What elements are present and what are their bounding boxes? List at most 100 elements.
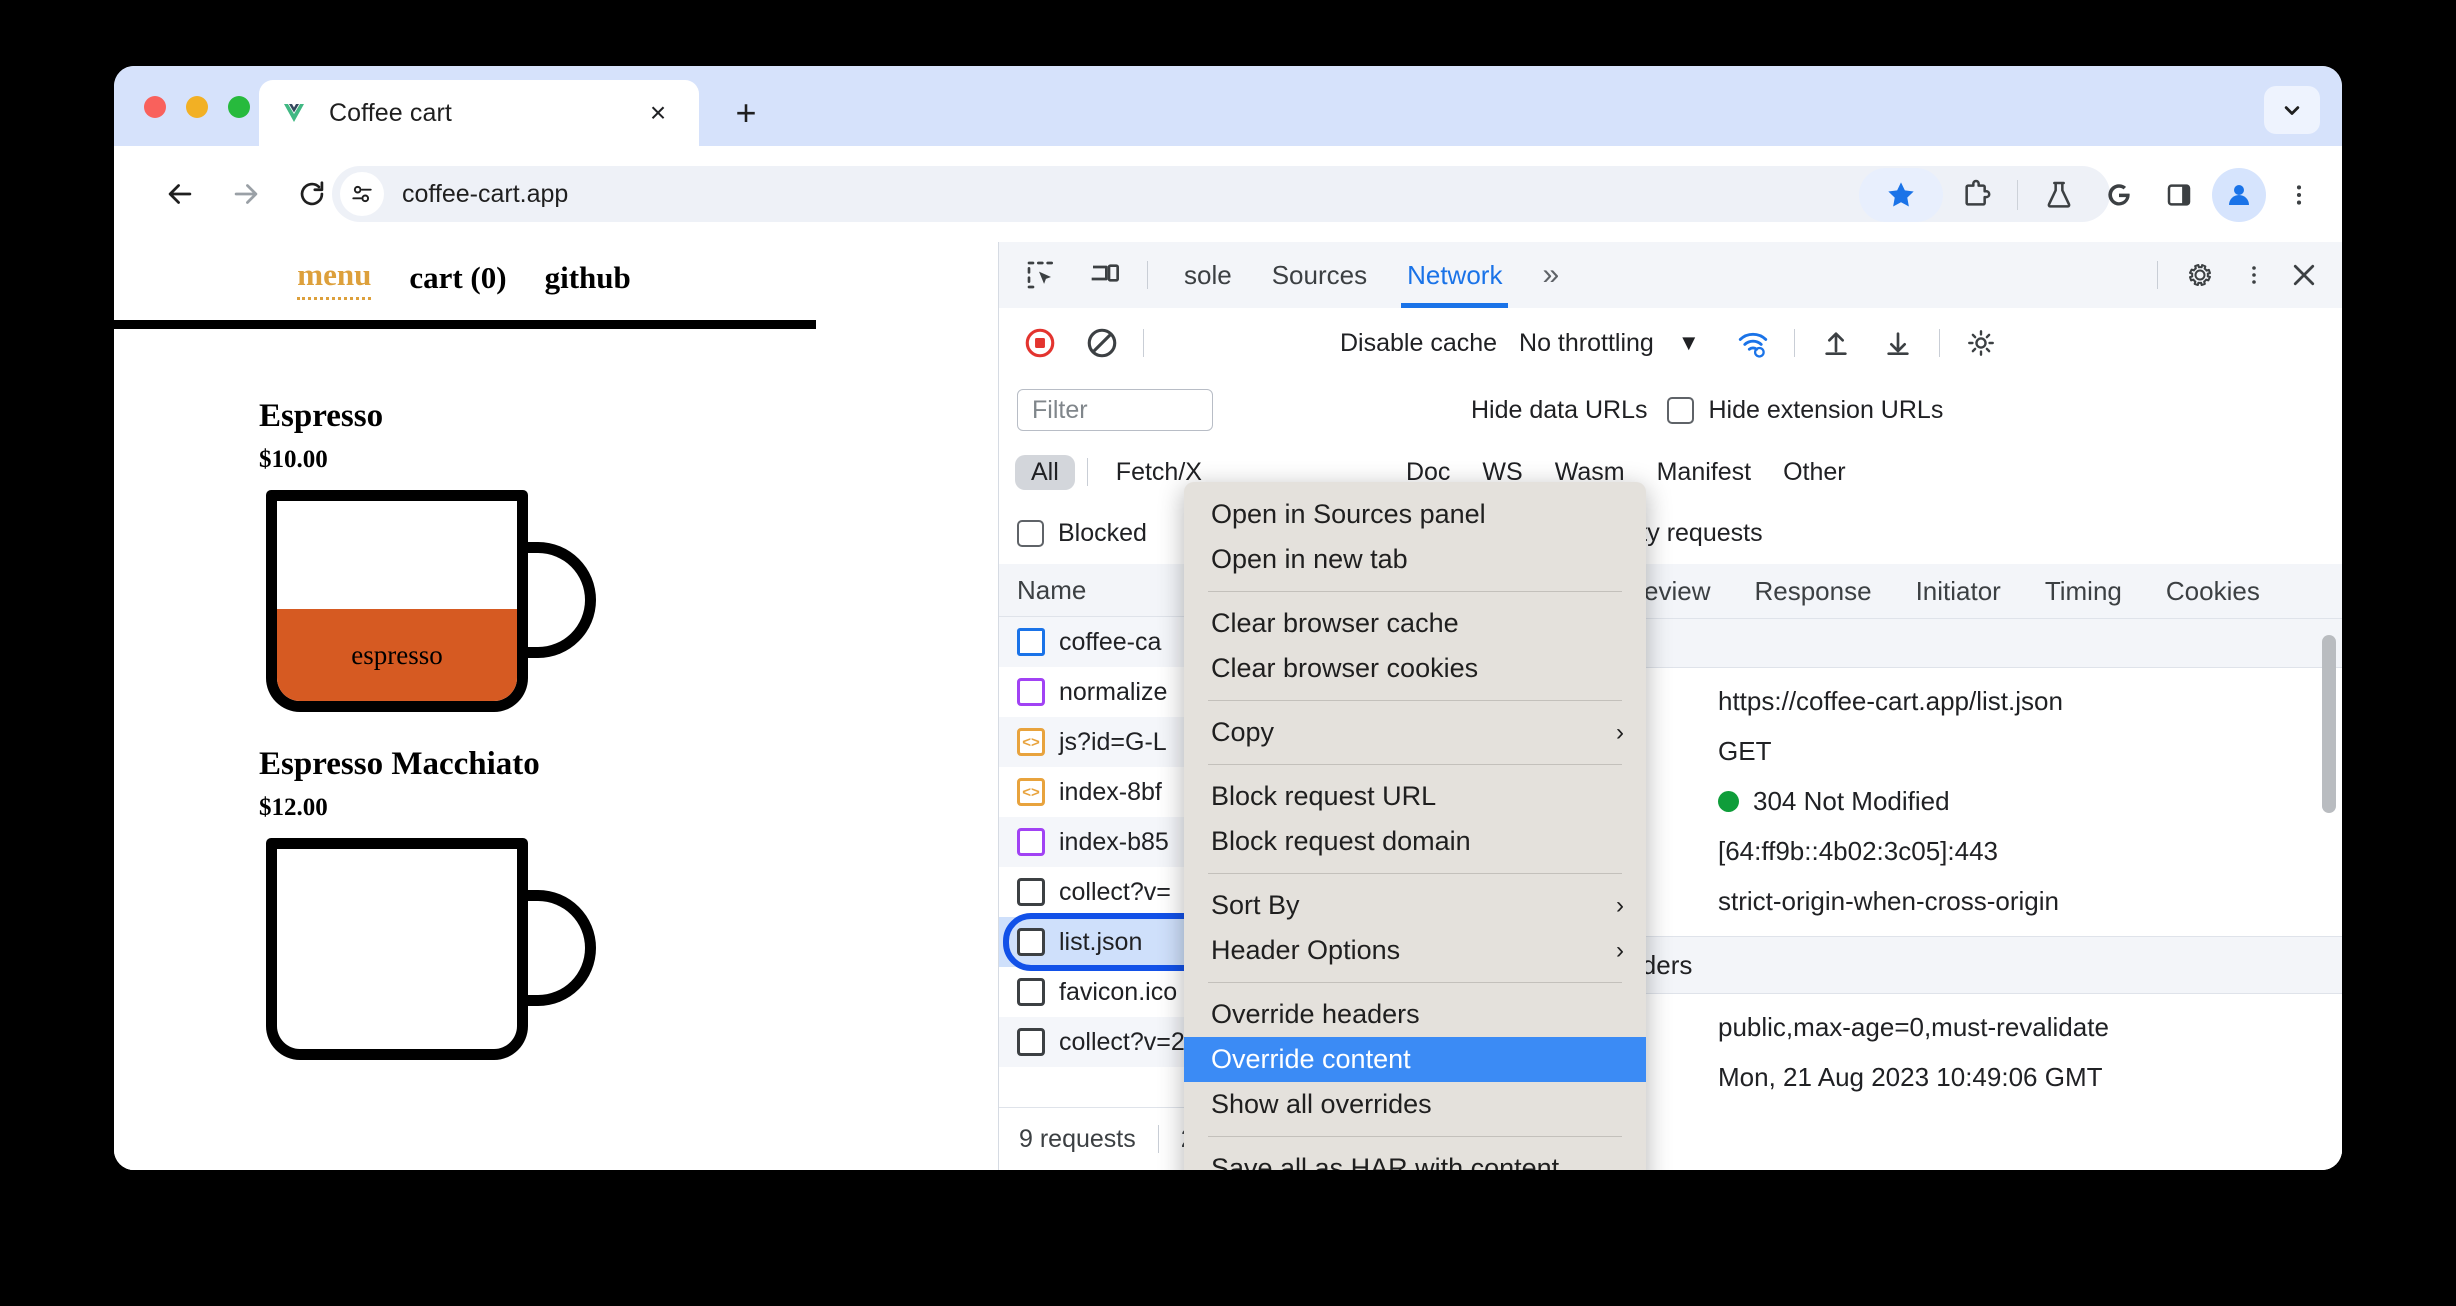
menu-item-block-request-url[interactable]: Block request URL bbox=[1184, 774, 1646, 819]
product-title: Espresso bbox=[259, 398, 384, 434]
cup-label: espresso bbox=[351, 639, 443, 670]
menu-item-open-in-new-tab[interactable]: Open in new tab bbox=[1184, 537, 1646, 582]
maximize-window-button[interactable] bbox=[228, 96, 250, 118]
menu-item-override-content[interactable]: Override content bbox=[1184, 1037, 1646, 1082]
close-icon[interactable]: × bbox=[643, 98, 673, 128]
site-nav-cart[interactable]: cart (0) bbox=[409, 260, 506, 296]
disable-cache-label[interactable]: Disable cache bbox=[1340, 329, 1497, 358]
extensions-puzzle-icon[interactable] bbox=[1949, 168, 2003, 222]
site-nav-github[interactable]: github bbox=[545, 260, 631, 296]
search-input[interactable]: Filter bbox=[1017, 389, 1213, 431]
site-settings-icon[interactable] bbox=[340, 172, 384, 216]
tab-console[interactable]: sole bbox=[1164, 242, 1252, 308]
device-toolbar-icon[interactable] bbox=[1073, 249, 1137, 301]
referrer-policy-value: strict-origin-when-cross-origin bbox=[1718, 885, 2059, 916]
chevron-right-icon: › bbox=[1616, 891, 1624, 919]
more-tabs-icon[interactable]: » bbox=[1522, 242, 1579, 308]
devtools-tabbar-actions bbox=[2147, 242, 2332, 308]
export-har-icon[interactable] bbox=[1867, 316, 1929, 370]
detail-scrollbar[interactable] bbox=[2322, 635, 2336, 813]
menu-item-block-request-domain[interactable]: Block request domain bbox=[1184, 819, 1646, 864]
hide-data-urls-label[interactable]: Hide data URLs bbox=[1471, 396, 1647, 425]
menu-separator bbox=[1208, 982, 1622, 983]
status-dot-icon bbox=[1718, 790, 1739, 812]
tab-network[interactable]: Network bbox=[1387, 242, 1522, 308]
back-arrow-icon[interactable] bbox=[154, 168, 206, 220]
browser-toolbar: coffee-cart.app bbox=[114, 146, 2342, 242]
chevron-down-icon[interactable] bbox=[2264, 86, 2320, 134]
window-content: menu cart (0) github Espresso $10.00 esp… bbox=[114, 242, 2342, 1170]
profile-avatar-icon[interactable] bbox=[2212, 168, 2266, 222]
chevron-right-icon: › bbox=[1616, 936, 1624, 964]
blocked-checkbox[interactable] bbox=[1017, 519, 1044, 547]
site-nav-menu[interactable]: menu bbox=[297, 257, 372, 300]
generic-file-icon bbox=[1017, 928, 1045, 956]
menu-separator bbox=[1208, 591, 1622, 592]
address-bar[interactable]: coffee-cart.app bbox=[332, 166, 2110, 222]
product-price: $12.00 bbox=[259, 794, 328, 821]
remote-address-value: [64:ff9b::4b02:3c05]:443 bbox=[1718, 835, 1998, 866]
menu-item-open-in-sources[interactable]: Open in Sources panel bbox=[1184, 492, 1646, 537]
network-conditions-icon[interactable] bbox=[1722, 316, 1784, 370]
site-nav-rule bbox=[114, 320, 816, 329]
blocked-label[interactable]: Blocked bbox=[1058, 519, 1147, 548]
request-name: list.json bbox=[1059, 927, 1143, 956]
toolbar-divider bbox=[1793, 329, 1795, 357]
settings-gear-icon[interactable] bbox=[2168, 249, 2232, 301]
import-har-icon[interactable] bbox=[1805, 316, 1867, 370]
google-g-icon[interactable] bbox=[2092, 168, 2146, 222]
record-stop-icon[interactable] bbox=[1009, 316, 1071, 370]
minimize-window-button[interactable] bbox=[186, 96, 208, 118]
filter-other[interactable]: Other bbox=[1767, 455, 1862, 490]
menu-item-sort-by[interactable]: Sort By › bbox=[1184, 883, 1646, 928]
menu-item-copy[interactable]: Copy › bbox=[1184, 710, 1646, 755]
menu-item-show-all-overrides[interactable]: Show all overrides bbox=[1184, 1082, 1646, 1127]
tab-initiator[interactable]: Initiator bbox=[1894, 576, 2023, 607]
url-text: coffee-cart.app bbox=[402, 179, 569, 208]
devtools-close-icon[interactable] bbox=[2276, 249, 2332, 301]
product-price: $10.00 bbox=[259, 446, 328, 473]
tab-timing[interactable]: Timing bbox=[2023, 576, 2144, 607]
request-count: 9 requests bbox=[1019, 1124, 1136, 1153]
status-code-value: 304 Not Modified bbox=[1753, 785, 1950, 816]
tab-title: Coffee cart bbox=[329, 98, 452, 127]
labs-flask-icon[interactable] bbox=[2032, 168, 2086, 222]
stylesheet-icon bbox=[1017, 678, 1045, 706]
hide-extension-urls-checkbox[interactable] bbox=[1667, 396, 1695, 424]
tab-sources[interactable]: Sources bbox=[1252, 242, 1387, 308]
throttling-select-value[interactable]: No throttling bbox=[1519, 329, 1654, 358]
filter-all[interactable]: All bbox=[1015, 454, 1075, 490]
forward-arrow-icon[interactable] bbox=[220, 168, 272, 220]
bookmark-star-icon[interactable] bbox=[1859, 168, 1943, 222]
network-settings-gear-icon[interactable] bbox=[1950, 316, 2012, 370]
close-window-button[interactable] bbox=[144, 96, 166, 118]
reload-icon[interactable] bbox=[286, 168, 338, 220]
inspect-element-icon[interactable] bbox=[1009, 249, 1073, 301]
request-name: coffee-ca bbox=[1059, 627, 1162, 656]
chrome-menu-icon[interactable] bbox=[2272, 168, 2326, 222]
side-panel-icon[interactable] bbox=[2152, 168, 2206, 222]
header-value: public,max-age=0,must-revalidate bbox=[1718, 1011, 2109, 1042]
browser-tab[interactable]: Coffee cart × bbox=[259, 80, 699, 146]
header-value: Mon, 21 Aug 2023 10:49:06 GMT bbox=[1718, 1061, 2103, 1092]
request-method-value: GET bbox=[1718, 735, 1772, 766]
tab-response[interactable]: Response bbox=[1732, 576, 1893, 607]
tab-cookies[interactable]: Cookies bbox=[2144, 576, 2282, 607]
hide-extension-urls-label[interactable]: Hide extension URLs bbox=[1708, 396, 1943, 425]
devtools-tab-bar: sole Sources Network » bbox=[999, 242, 2342, 309]
script-icon: <> bbox=[1017, 728, 1045, 756]
menu-item-clear-browser-cookies[interactable]: Clear browser cookies bbox=[1184, 646, 1646, 691]
devtools-more-icon[interactable] bbox=[2232, 249, 2276, 301]
chevron-down-icon[interactable]: ▼ bbox=[1678, 330, 1700, 356]
new-tab-button[interactable]: + bbox=[726, 93, 766, 133]
menu-item-clear-browser-cache[interactable]: Clear browser cache bbox=[1184, 601, 1646, 646]
web-page-viewport: menu cart (0) github Espresso $10.00 esp… bbox=[114, 242, 848, 1170]
filter-manifest[interactable]: Manifest bbox=[1641, 455, 1767, 490]
tab-strip: Coffee cart × + bbox=[114, 66, 2342, 146]
clear-network-icon[interactable] bbox=[1071, 316, 1133, 370]
menu-item-override-headers[interactable]: Override headers bbox=[1184, 992, 1646, 1037]
menu-item-header-options[interactable]: Header Options › bbox=[1184, 928, 1646, 973]
menu-separator bbox=[1208, 873, 1622, 874]
browser-window: Coffee cart × + coffee-cart.app menu car… bbox=[114, 66, 2342, 1170]
menu-item-save-all-as-har[interactable]: Save all as HAR with content bbox=[1184, 1146, 1646, 1170]
